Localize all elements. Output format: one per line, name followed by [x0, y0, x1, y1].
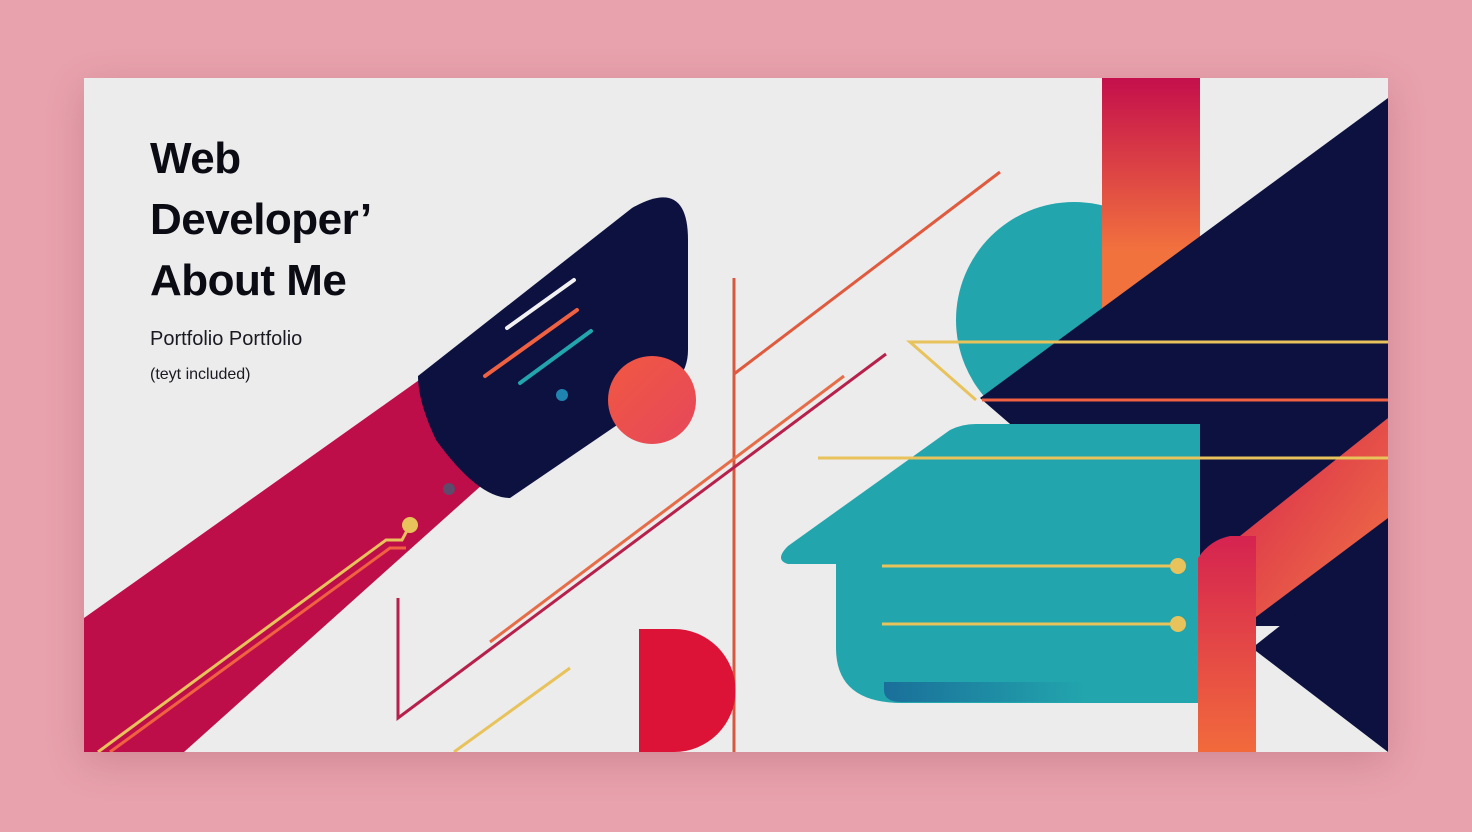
poster-note: (teyt included): [150, 366, 251, 383]
bottom-gradient-stripe: [1198, 536, 1256, 752]
gold-node: [1170, 558, 1186, 574]
coral-circle: [608, 356, 696, 444]
teal-house-shape: [781, 424, 1200, 703]
title-line: About Me: [150, 256, 347, 305]
red-half-circle: [639, 629, 736, 752]
gold-node: [402, 517, 418, 533]
small-teal-dot: [556, 389, 568, 401]
poster-card: Web Developer’ About Me Portfolio Portfo…: [84, 78, 1388, 752]
poster-title: Web Developer’ About Me: [150, 128, 372, 311]
small-grey-dot: [443, 483, 455, 495]
poster-subtitle: Portfolio Portfolio: [150, 328, 303, 350]
navy-device-shape: [418, 197, 688, 498]
title-line: Developer’: [150, 195, 372, 244]
teal-base: [884, 682, 1084, 702]
gold-diagonal: [453, 666, 571, 752]
gold-node: [1170, 616, 1186, 632]
title-line: Web: [150, 134, 241, 183]
